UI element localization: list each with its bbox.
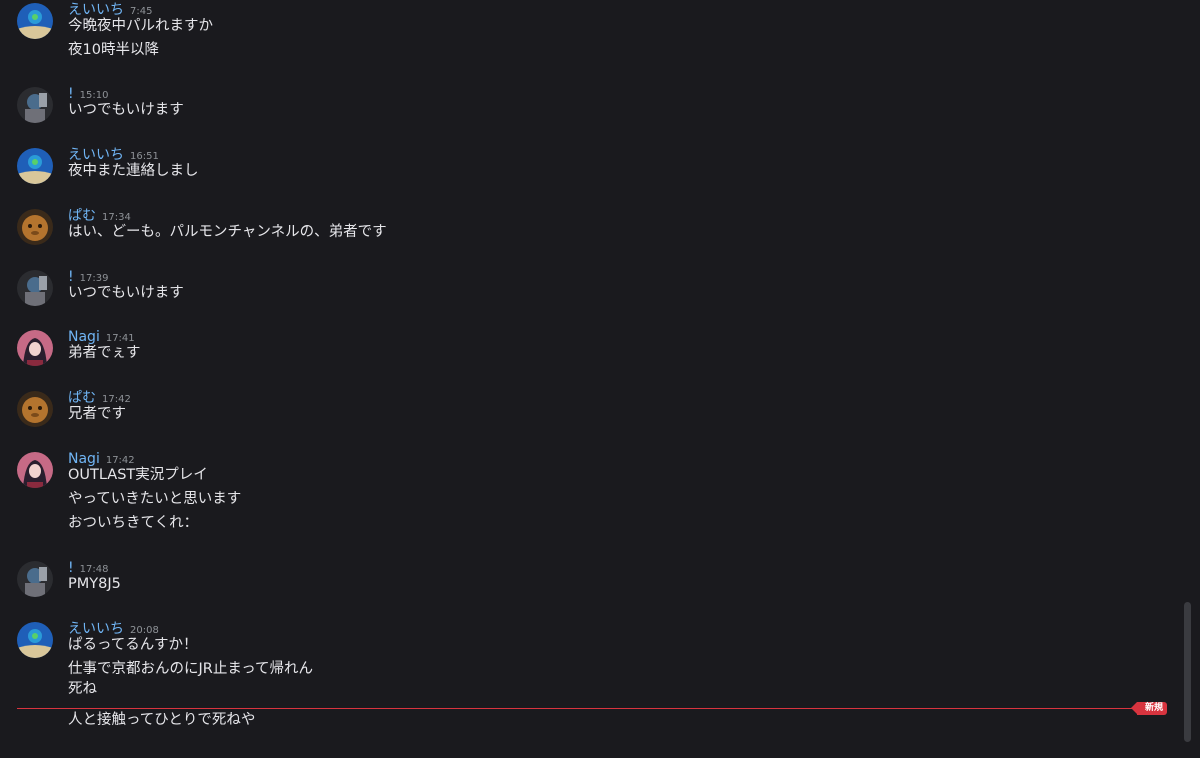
message-text: いつでもいけます [68, 102, 184, 118]
message-header: Nagi 17:41 [68, 326, 135, 345]
message-group: えいいち 20:08 ぱるってるんすか！ 仕事で京都おんのにJR止まって帰れん 死ね人と… [0, 618, 1175, 728]
message-group: ! 17:39 いつでもいけます [0, 267, 1175, 307]
blue-circle-avatar[interactable] [17, 3, 53, 39]
message-text: 仕事で京都おんのにJR止まって帰れん [68, 661, 314, 677]
message-text: OUTLAST実況プレイ [68, 467, 208, 483]
message-group: ぱむ 17:34 はい、どーも。パルモンチャンネルの、弟者です [0, 206, 1175, 246]
scrollbar-thumb[interactable] [1184, 602, 1191, 742]
message-header: ! 17:48 [68, 557, 108, 576]
message-header: えいいち 7:45 [68, 0, 152, 18]
message-text: ぱるってるんすか！ [68, 637, 198, 653]
message-text: PMY8J5 [68, 576, 121, 592]
message-text: やっていきたいと思います [68, 491, 242, 507]
anime-girl-avatar[interactable] [17, 452, 53, 488]
brown-face-avatar[interactable] [17, 391, 53, 427]
message-group: ! 17:48 PMY8J5 [0, 558, 1175, 598]
message-text: 人と接触ってひとりで死ねや [68, 712, 256, 728]
message-group: Nagi 17:42 OUTLAST実況プレイやっていきたいと思います おついちきてく… [0, 448, 1175, 531]
message-header: えいいち 16:51 [68, 144, 159, 163]
message-text: 夜10時半以降 [68, 42, 159, 58]
message-group: えいいち 7:45 今晩夜中パルれますか 夜10時半以降 [0, 0, 1175, 58]
message-text: 兄者です [68, 406, 126, 422]
dark-photo-avatar[interactable] [17, 270, 53, 306]
message-header: ! 17:39 [68, 266, 108, 285]
message-header: Nagi 17:42 [68, 448, 135, 467]
new-messages-divider [17, 708, 1167, 709]
blue-circle-avatar[interactable] [17, 148, 53, 184]
message-group: ぱむ 17:42 兄者です [0, 388, 1175, 428]
message-text: 夜中また連絡しまし [68, 163, 199, 179]
chat-message-list: えいいち 7:45 今晩夜中パルれますか 夜10時半以降! 15:10 いつでもいけますえ… [0, 0, 1200, 758]
message-header: えいいち 20:08 [68, 618, 159, 637]
message-header: ぱむ 17:42 [68, 387, 131, 406]
message-group: えいいち 16:51 夜中また連絡しまし [0, 145, 1175, 185]
message-group: ! 15:10 いつでもいけます [0, 84, 1175, 124]
dark-photo-avatar[interactable] [17, 561, 53, 597]
anime-girl-avatar[interactable] [17, 330, 53, 366]
message-group: Nagi 17:41 弟者でぇす [0, 327, 1175, 367]
new-messages-badge: 新規 [1130, 702, 1168, 715]
dark-photo-avatar[interactable] [17, 87, 53, 123]
message-header: ! 15:10 [68, 83, 108, 102]
message-text: 今晩夜中パルれますか [68, 18, 213, 34]
message-text: はい、どーも。パルモンチャンネルの、弟者です [68, 224, 387, 240]
message-text: 死ね [68, 681, 97, 697]
message-text: おついちきてくれ： [68, 515, 199, 531]
message-text: 弟者でぇす [68, 345, 141, 361]
message-text: いつでもいけます [68, 285, 184, 301]
message-header: ぱむ 17:34 [68, 205, 131, 224]
blue-circle-avatar[interactable] [17, 622, 53, 658]
brown-face-avatar[interactable] [17, 209, 53, 245]
